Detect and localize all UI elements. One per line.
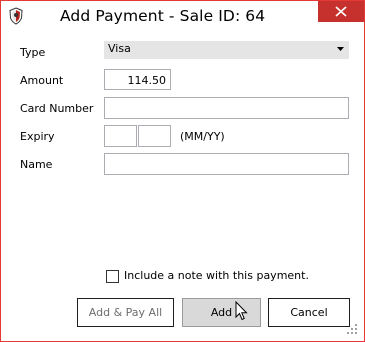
include-note-label[interactable]: Include a note with this payment. (124, 269, 309, 282)
amount-input[interactable]: 114.50 (104, 69, 171, 90)
mouse-pointer-icon (235, 301, 248, 321)
add-payment-dialog: Add Payment - Sale ID: 64 Type Visa Amou… (0, 0, 365, 342)
type-select-value: Visa (108, 42, 131, 55)
card-number-label: Card Number (20, 102, 94, 115)
chevron-down-icon (337, 47, 344, 51)
expiry-label: Expiry (20, 130, 55, 143)
name-label: Name (20, 158, 53, 171)
add-button[interactable]: Add (182, 298, 261, 327)
include-note-checkbox[interactable] (106, 270, 119, 283)
close-icon (335, 6, 347, 17)
close-button[interactable] (318, 1, 364, 22)
expiry-year-input[interactable] (138, 125, 171, 147)
add-and-pay-all-button[interactable]: Add & Pay All (77, 298, 174, 327)
cancel-button[interactable]: Cancel (268, 298, 350, 327)
name-input[interactable] (104, 153, 349, 175)
window-title: Add Payment - Sale ID: 64 (60, 7, 266, 25)
title-bar[interactable]: Add Payment - Sale ID: 64 (1, 1, 364, 32)
card-number-input[interactable] (104, 97, 349, 119)
amount-label: Amount (20, 74, 64, 87)
shield-icon (9, 7, 23, 25)
expiry-format-hint: (MM/YY) (180, 130, 225, 143)
expiry-month-input[interactable] (104, 125, 137, 147)
type-label: Type (20, 46, 46, 59)
resize-grip-icon[interactable] (346, 323, 358, 335)
type-select[interactable]: Visa (104, 41, 349, 59)
